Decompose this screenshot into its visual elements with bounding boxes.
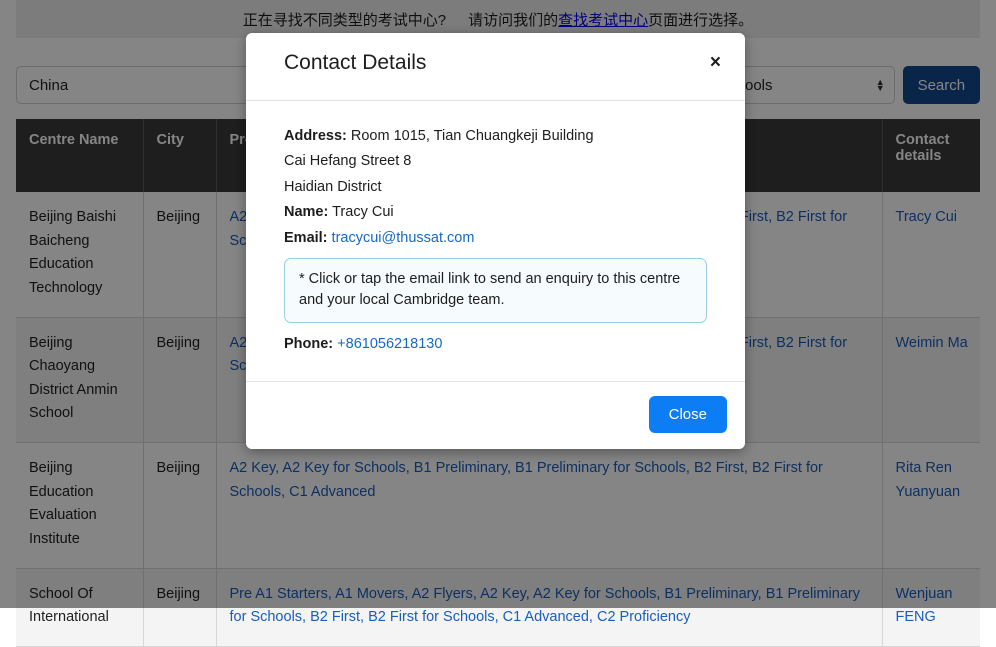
contact-name-line: Name: Tracy Cui — [284, 201, 707, 223]
email-label: Email: — [284, 229, 328, 246]
modal-title: Contact Details — [284, 51, 427, 74]
address-line-3: Haidian District — [284, 178, 382, 195]
name-label: Name: — [284, 204, 329, 221]
email-link[interactable]: tracycui@thussat.com — [332, 230, 475, 246]
phone-label: Phone: — [284, 336, 334, 353]
address-line-1: Address: Room 1015, Tian Chuangkeji Buil… — [284, 125, 707, 147]
modal-body: Address: Room 1015, Tian Chuangkeji Buil… — [246, 101, 745, 381]
contact-email-line: Email: tracycui@thussat.com — [284, 227, 707, 249]
modal-header: Contact Details × — [246, 33, 745, 101]
page-root: 正在寻找不同类型的考试中心? 请访问我们的 查找考试中心 页面进行选择。 Chi… — [0, 0, 996, 647]
name-value: Tracy Cui — [332, 204, 394, 221]
contact-details-modal: Contact Details × Address: Room 1015, Ti… — [246, 33, 745, 449]
modal-footer: Close — [246, 380, 745, 449]
close-button[interactable]: Close — [648, 395, 727, 433]
close-icon[interactable]: × — [704, 49, 727, 76]
email-note: * Click or tap the email link to send an… — [284, 258, 707, 324]
address-line-2: Cai Hefang Street 8 — [284, 153, 412, 170]
phone-link[interactable]: +861056218130 — [337, 336, 442, 352]
address-label: Address: — [284, 128, 347, 144]
contact-phone-line: Phone: +861056218130 — [284, 333, 707, 355]
address-value-1: Room 1015, Tian Chuangkeji Building — [350, 128, 594, 144]
